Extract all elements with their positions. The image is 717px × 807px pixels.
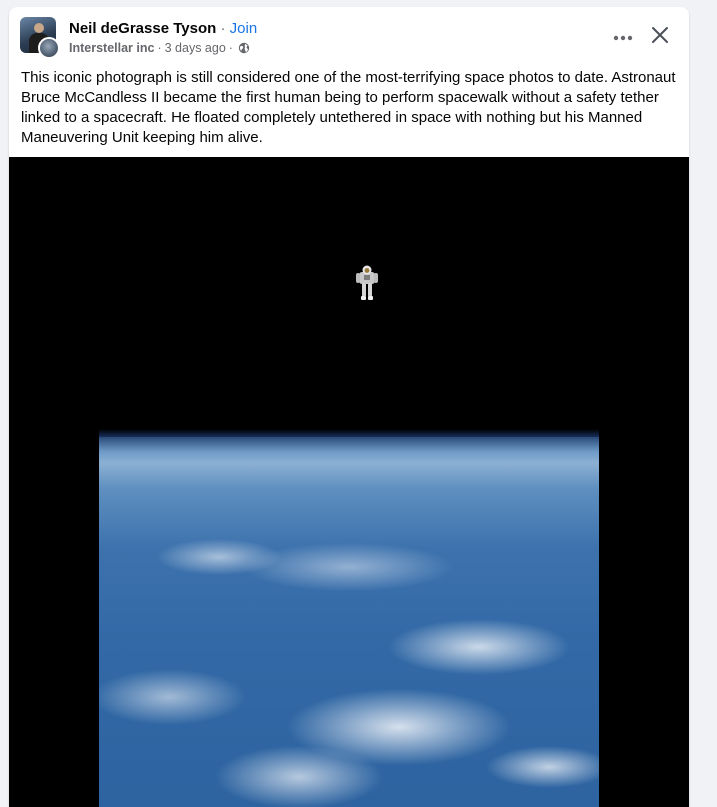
avatar[interactable] <box>20 17 60 59</box>
post-timestamp[interactable]: 3 days ago <box>165 41 226 55</box>
earth-surface <box>99 437 599 807</box>
more-horizontal-icon <box>613 28 633 46</box>
post-card: Neil deGrasse Tyson · Join Interstellar … <box>9 7 689 807</box>
join-link[interactable]: Join <box>230 20 258 37</box>
author-name[interactable]: Neil deGrasse Tyson <box>69 20 216 37</box>
group-name[interactable]: Interstellar inc <box>69 41 154 55</box>
post-body-text: This iconic photograph is still consider… <box>21 69 676 146</box>
post-photo[interactable] <box>99 157 599 807</box>
meta-separator: · <box>228 41 233 55</box>
globe-icon <box>238 42 250 54</box>
post-media[interactable] <box>9 157 689 807</box>
name-separator: · <box>216 20 230 37</box>
close-button[interactable] <box>645 22 675 52</box>
post-meta: Interstellar inc · 3 days ago · <box>69 41 250 55</box>
meta-separator: · <box>157 41 162 55</box>
author-avatar[interactable] <box>38 37 60 59</box>
more-options-button[interactable] <box>606 22 640 52</box>
post-header: Neil deGrasse Tyson · Join Interstellar … <box>9 7 689 65</box>
close-icon <box>651 26 669 49</box>
author-line: Neil deGrasse Tyson · Join <box>69 20 257 37</box>
astronaut-figure <box>356 264 378 302</box>
